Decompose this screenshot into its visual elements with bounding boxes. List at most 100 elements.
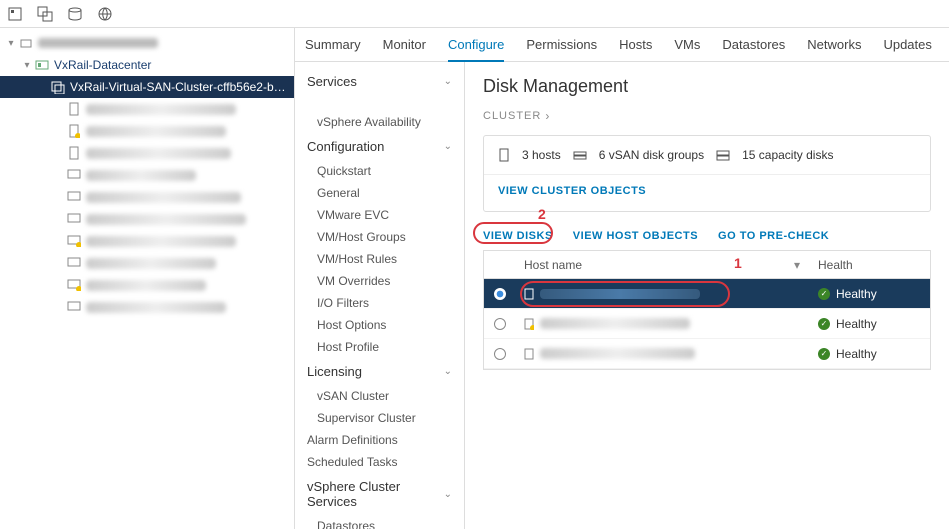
cfg-item-general[interactable]: General [295, 182, 464, 204]
content-pane: Disk Management CLUSTER › 3 hosts 6 vSAN… [465, 62, 949, 529]
host-icon [66, 145, 82, 161]
section-licensing[interactable]: Licensing⌄ [295, 358, 464, 385]
view-host-objects-link[interactable]: VIEW HOST OBJECTS [573, 230, 698, 242]
cfg-item-vsan-cluster[interactable]: vSAN Cluster [295, 385, 464, 407]
tree-datacenter[interactable]: ▾ VxRail-Datacenter [0, 54, 294, 76]
cfg-item-quickstart[interactable]: Quickstart [295, 160, 464, 182]
vcenter-icon [18, 35, 34, 51]
vm-warning-icon [66, 233, 82, 249]
storage-icon[interactable] [66, 5, 84, 23]
row-radio[interactable] [494, 318, 506, 330]
tab-configure[interactable]: Configure [448, 29, 504, 62]
go-to-precheck-link[interactable]: GO TO PRE-CHECK [718, 230, 829, 242]
table-row[interactable]: ✓Healthy [484, 309, 930, 339]
col-health[interactable]: Health [810, 258, 930, 272]
tree-vm[interactable] [0, 274, 294, 296]
inventory-tree: ▾ ▾ VxRail-Datacenter VxRail-Virtual-SAN… [0, 28, 295, 529]
vm-icon [66, 255, 82, 271]
tree-vm[interactable] [0, 186, 294, 208]
datacenter-icon [34, 57, 50, 73]
view-disks-link[interactable]: VIEW DISKS [483, 230, 553, 242]
section-services[interactable]: Services⌄ [295, 68, 464, 95]
chevron-down-icon[interactable]: ▾ [20, 60, 34, 71]
tree-vm[interactable] [0, 230, 294, 252]
cfg-item-io-filters[interactable]: I/O Filters [295, 292, 464, 314]
tab-datastores[interactable]: Datastores [722, 29, 785, 60]
host-icon [524, 348, 534, 360]
chevron-down-icon: ⌄ [444, 141, 452, 152]
health-ok-icon: ✓ [818, 318, 830, 330]
capacity-count: 15 capacity disks [742, 148, 833, 162]
tree-cluster[interactable]: VxRail-Virtual-SAN-Cluster-cffb56e2-bdd2… [0, 76, 294, 98]
page-title: Disk Management [483, 76, 931, 97]
filter-icon[interactable]: ▾ [794, 258, 800, 272]
host-icon [66, 101, 82, 117]
tree-vm[interactable] [0, 164, 294, 186]
tab-monitor[interactable]: Monitor [383, 29, 426, 60]
cfg-item-host-profile[interactable]: Host Profile [295, 336, 464, 358]
row-radio[interactable] [494, 288, 506, 300]
chevron-down-icon: ⌄ [444, 76, 452, 87]
health-text: Healthy [836, 287, 877, 301]
host-icon [498, 148, 510, 162]
cfg-item-scheduled-tasks[interactable]: Scheduled Tasks [295, 451, 464, 473]
cfg-item-host-options[interactable]: Host Options [295, 314, 464, 336]
cfg-item-datastores[interactable]: Datastores [295, 515, 464, 529]
chevron-right-icon: › [545, 109, 550, 123]
cfg-item-vsphere-availability[interactable]: vSphere Availability [295, 111, 464, 133]
chevron-down-icon: ⌄ [444, 489, 452, 500]
hosts-clusters-icon[interactable] [6, 5, 24, 23]
hosts-table: Host name ▾ Health ✓ Healthy ✓ Healthy [483, 250, 931, 370]
global-toolbar [0, 0, 949, 28]
section-configuration[interactable]: Configuration⌄ [295, 133, 464, 160]
cfg-item-supervisor-cluster[interactable]: Supervisor Cluster [295, 407, 464, 429]
cfg-item-vmware-evc[interactable]: VMware EVC [295, 204, 464, 226]
host-icon [524, 288, 534, 300]
tree-host[interactable] [0, 120, 294, 142]
section-vsphere-cluster-services[interactable]: vSphere Cluster Services⌄ [295, 473, 464, 515]
tab-updates[interactable]: Updates [883, 29, 931, 60]
network-icon[interactable] [96, 5, 114, 23]
tree-vm[interactable] [0, 252, 294, 274]
tree-label: VxRail-Datacenter [54, 58, 151, 72]
tree-label: VxRail-Virtual-SAN-Cluster-cffb56e2-bdd2… [70, 80, 288, 94]
vms-icon[interactable] [36, 5, 54, 23]
configure-nav: Services⌄ vSphere Availability Configura… [295, 62, 465, 529]
cfg-item-alarm-definitions[interactable]: Alarm Definitions [295, 429, 464, 451]
tree-host[interactable] [0, 98, 294, 120]
view-cluster-objects-link[interactable]: VIEW CLUSTER OBJECTS [484, 175, 930, 211]
table-header: Host name ▾ Health [484, 251, 930, 279]
table-row[interactable]: ✓ Healthy [484, 279, 930, 309]
chevron-down-icon[interactable]: ▾ [4, 38, 18, 49]
row-radio[interactable] [494, 348, 506, 360]
cfg-item[interactable] [295, 95, 464, 111]
object-tabs: Summary Monitor Configure Permissions Ho… [295, 28, 949, 62]
tab-networks[interactable]: Networks [807, 29, 861, 60]
col-hostname[interactable]: Host name [524, 258, 582, 272]
health-text: Healthy [836, 347, 877, 361]
cfg-item-vmhost-rules[interactable]: VM/Host Rules [295, 248, 464, 270]
breadcrumb[interactable]: CLUSTER › [483, 109, 931, 123]
tree-root[interactable]: ▾ [0, 32, 294, 54]
table-row[interactable]: ✓ Healthy [484, 339, 930, 369]
vm-warning-icon [66, 277, 82, 293]
tab-hosts[interactable]: Hosts [619, 29, 652, 60]
tree-host[interactable] [0, 142, 294, 164]
tree-vm[interactable] [0, 208, 294, 230]
cfg-item-vmhost-groups[interactable]: VM/Host Groups [295, 226, 464, 248]
health-ok-icon: ✓ [818, 348, 830, 360]
hosts-count: 3 hosts [522, 148, 561, 162]
tab-vms[interactable]: VMs [674, 29, 700, 60]
tab-permissions[interactable]: Permissions [526, 29, 597, 60]
host-warning-icon [66, 123, 82, 139]
vm-icon [66, 211, 82, 227]
tab-summary[interactable]: Summary [305, 29, 361, 60]
vm-icon [66, 189, 82, 205]
cfg-item-vm-overrides[interactable]: VM Overrides [295, 270, 464, 292]
vm-icon [66, 167, 82, 183]
diskgroups-count: 6 vSAN disk groups [599, 148, 704, 162]
tree-vm[interactable] [0, 296, 294, 318]
capacity-icon [716, 149, 730, 161]
host-warning-icon [524, 318, 534, 330]
health-ok-icon: ✓ [818, 288, 830, 300]
